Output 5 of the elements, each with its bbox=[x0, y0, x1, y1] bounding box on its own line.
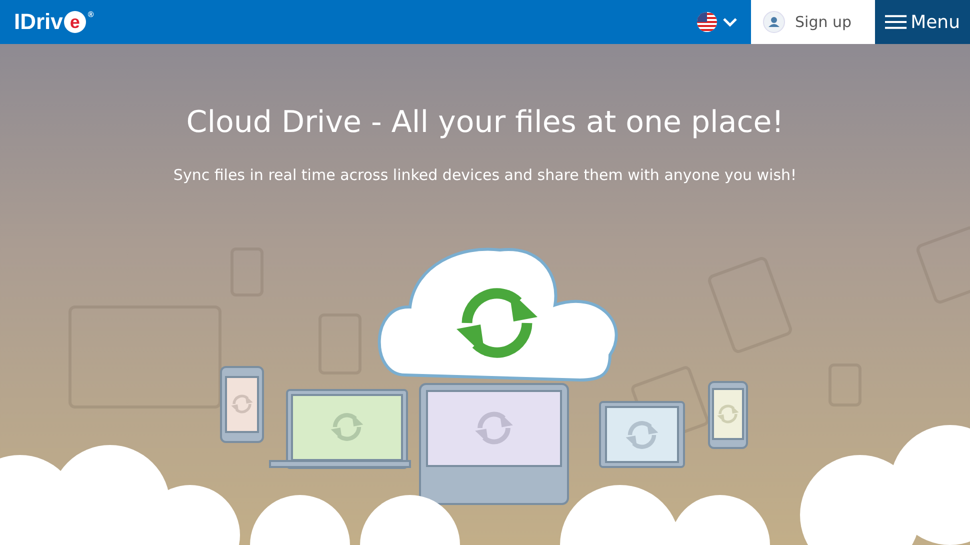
hero-subtitle: Sync files in real time across linked devices and share them with anyone you wish! bbox=[173, 164, 797, 186]
hero-title: Cloud Drive - All your files at one place! bbox=[186, 104, 784, 142]
brand-logo[interactable]: IDriv e ® bbox=[14, 11, 94, 33]
menu-button[interactable]: Menu bbox=[875, 0, 970, 44]
sign-up-button[interactable]: Sign up bbox=[751, 0, 875, 44]
